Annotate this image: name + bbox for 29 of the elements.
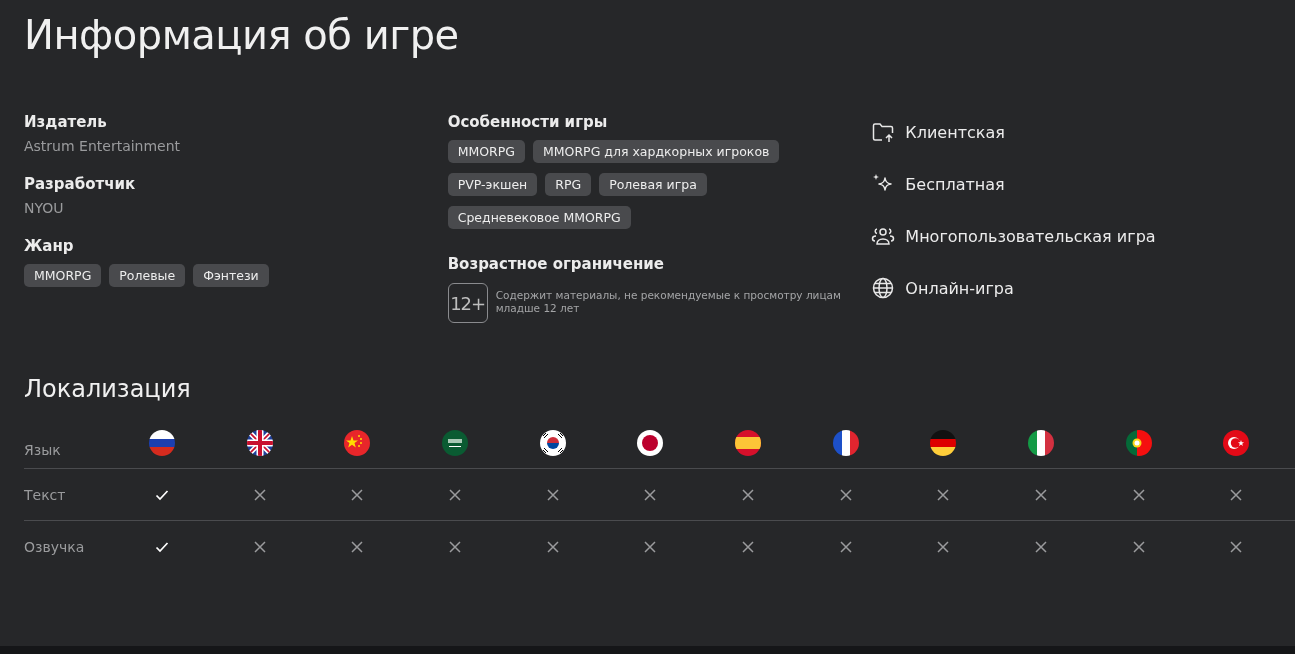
field-label: Разработчик [24,174,137,194]
row-label: Язык [24,441,62,458]
genre-tag[interactable]: Ролевые [109,264,186,287]
row-label: Текст [24,486,67,503]
field-label: Издатель [24,112,108,132]
field-value: Astrum Entertainment [24,137,182,155]
field-value: NYOU [24,199,65,217]
feature-tag[interactable]: Средневековое MMORPG [447,206,631,229]
globe-icon [871,276,896,300]
attribute-label: Бесплатная [905,174,1005,194]
page-title: Информация об игре [24,11,460,60]
feature-tag[interactable]: Ролевая игра [599,173,707,196]
feature-tag[interactable]: MMORPG [447,140,525,163]
age-rating-badge: 12+ [447,283,488,323]
feature-tag[interactable]: MMORPG для хардкорных игроков [533,140,780,163]
genre-tag[interactable]: Фэнтези [193,264,269,287]
age-rating-description: Содержит материалы, не рекомендуемые к просмотру лицам младше 12 лет [495,289,842,315]
attribute-label: Клиентская [905,122,1005,142]
attribute-label: Онлайн-игра [905,278,1014,298]
field-label: Возрастное ограничение [447,254,666,274]
field-label: Особенности игры [447,112,609,132]
row-label: Озвучка [24,538,86,555]
feature-tag[interactable]: RPG [545,173,592,196]
section-title: Локализация [24,374,192,404]
feature-tag[interactable]: PVP-экшен [447,173,538,196]
field-label: Жанр [24,236,75,256]
folder-upload-icon [871,120,896,144]
attribute-label: Многопользовательская игра [905,226,1156,246]
genre-tag[interactable]: MMORPG [24,264,102,287]
